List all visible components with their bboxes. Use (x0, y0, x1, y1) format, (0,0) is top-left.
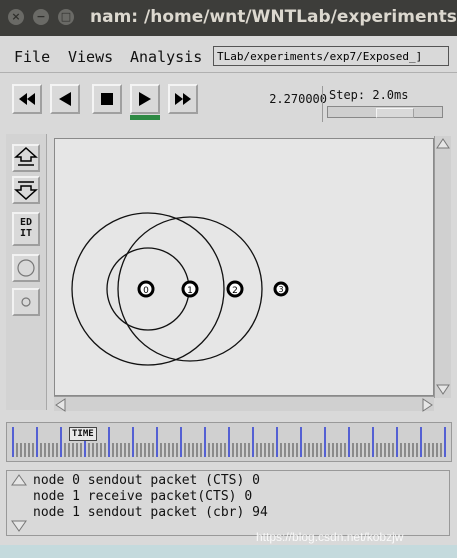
maximize-icon[interactable]: □ (58, 9, 74, 25)
menu-bar: File Views Analysis TLab/experiments/exp… (0, 40, 457, 73)
step-label: Step: 2.0ms (329, 88, 409, 102)
annotation-panel: node 0 sendout packet (CTS) 0 node 1 rec… (6, 470, 450, 536)
topology-view: 0 1 2 3 (71, 212, 289, 366)
annotation-list: node 0 sendout packet (CTS) 0 node 1 rec… (33, 473, 268, 521)
network-canvas[interactable]: 0 1 2 3 (54, 138, 434, 396)
edit-label-line2: IT (19, 228, 33, 239)
stop-icon (101, 93, 113, 105)
nam-window: × − □ nam: /home/wnt/WNTLab/experiments/… (0, 0, 457, 558)
node-0-label: 0 (143, 286, 149, 296)
vertical-scrollbar[interactable] (434, 136, 451, 398)
node-3[interactable]: 3 (273, 281, 289, 297)
rewind-button[interactable] (12, 84, 42, 114)
node-2[interactable]: 2 (226, 280, 244, 298)
node-0[interactable]: 0 (137, 280, 155, 298)
play-indicator (130, 115, 160, 120)
zoom-in-icon (14, 146, 38, 166)
menu-analysis[interactable]: Analysis (130, 48, 202, 66)
close-icon[interactable]: × (8, 9, 24, 25)
node-1[interactable]: 1 (181, 280, 199, 298)
node-1-label: 1 (187, 286, 193, 296)
play-backward-button[interactable] (50, 84, 80, 114)
play-forward-button[interactable] (130, 84, 160, 114)
zoom-out-icon (14, 181, 38, 201)
time-slider[interactable]: TIME (6, 422, 452, 462)
annotation-line[interactable]: node 1 sendout packet (cbr) 94 (33, 505, 268, 521)
watermark: https://blog.csdn.net/kobzjw (256, 530, 404, 544)
play-forward-icon (139, 92, 151, 106)
menu-views[interactable]: Views (68, 48, 113, 66)
node-2-label: 2 (232, 286, 238, 296)
zoom-in-button[interactable] (12, 144, 40, 172)
rewind-icon (19, 93, 35, 105)
annotation-line[interactable]: node 1 receive packet(CTS) 0 (33, 489, 268, 505)
horizontal-scroll-arrows (55, 398, 433, 412)
large-circle-icon (17, 259, 35, 277)
menu-file[interactable]: File (14, 48, 50, 66)
edit-label-line1: ED (19, 217, 33, 228)
vertical-scroll-arrows (436, 138, 450, 395)
zoom-out-button[interactable] (12, 176, 40, 204)
file-path-field[interactable]: TLab/experiments/exp7/Exposed_] (213, 46, 449, 66)
annotation-line[interactable]: node 0 sendout packet (CTS) 0 (33, 473, 268, 489)
minimize-icon[interactable]: − (33, 9, 49, 25)
annotation-scroll-arrows[interactable] (9, 471, 29, 537)
node-3-label: 3 (278, 285, 283, 294)
time-marker[interactable]: TIME (69, 427, 97, 441)
current-time: 2.270000 (269, 92, 327, 106)
window-title: nam: /home/wnt/WNTLab/experiments/e (90, 7, 457, 27)
title-bar: × − □ nam: /home/wnt/WNTLab/experiments/… (0, 0, 457, 36)
fast-forward-icon (175, 93, 191, 105)
step-slider-thumb[interactable] (376, 108, 414, 118)
stop-button[interactable] (92, 84, 122, 114)
bottom-strip (0, 545, 457, 558)
circle-small-tool[interactable] (12, 288, 40, 316)
fast-forward-button[interactable] (168, 84, 198, 114)
step-slider[interactable] (327, 106, 443, 118)
play-backward-icon (59, 92, 71, 106)
horizontal-scrollbar[interactable] (54, 396, 434, 412)
edit-button[interactable]: ED IT (12, 212, 40, 246)
step-panel: Step: 2.0ms (322, 86, 451, 122)
small-circle-icon (21, 297, 31, 307)
tool-sidebar: ED IT (6, 134, 47, 410)
circle-large-tool[interactable] (12, 254, 40, 282)
